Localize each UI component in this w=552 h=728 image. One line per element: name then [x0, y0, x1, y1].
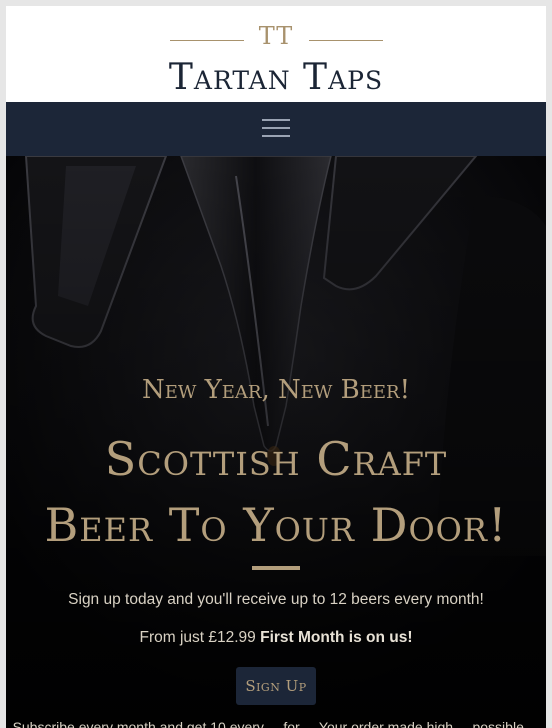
monogram-rule-right: [309, 40, 383, 41]
hero-headline-line2: Beer To Your Door!: [44, 498, 508, 552]
hamburger-bar: [262, 135, 290, 137]
hero-section: New Year, New Beer! Scottish Craft Beer …: [6, 156, 546, 728]
free-month-text: First Month is on us!: [260, 629, 413, 646]
hamburger-bar: [262, 119, 290, 121]
price-text: From just £12.99: [139, 629, 256, 646]
hero-divider: [252, 566, 300, 570]
hero-description-clipped: Subscribe every month and get 10 every .…: [12, 719, 540, 728]
hero-subline: Sign up today and you'll receive up to 1…: [68, 591, 484, 608]
hamburger-menu-icon[interactable]: [262, 117, 290, 139]
page: TT Tartan Taps New Year, New Beer! Scott…: [6, 6, 546, 728]
monogram-logo[interactable]: TT: [246, 22, 306, 50]
monogram-rule-left: [170, 40, 244, 41]
hamburger-bar: [262, 127, 290, 129]
site-header: TT Tartan Taps: [6, 6, 546, 102]
navbar: [6, 102, 546, 156]
sign-up-button[interactable]: Sign Up: [236, 667, 316, 705]
hero-eyebrow: New Year, New Beer!: [141, 375, 411, 405]
monogram-row: TT: [6, 20, 546, 56]
hero-headline-line1: Scottish Craft: [104, 432, 448, 486]
hero-price-line: From just £12.99 First Month is on us!: [6, 628, 546, 648]
hero-content: New Year, New Beer! Scottish Craft Beer …: [6, 156, 546, 728]
hero-headline: Scottish Craft Beer To Your Door!: [16, 426, 536, 558]
brand-title[interactable]: Tartan Taps: [6, 58, 546, 98]
